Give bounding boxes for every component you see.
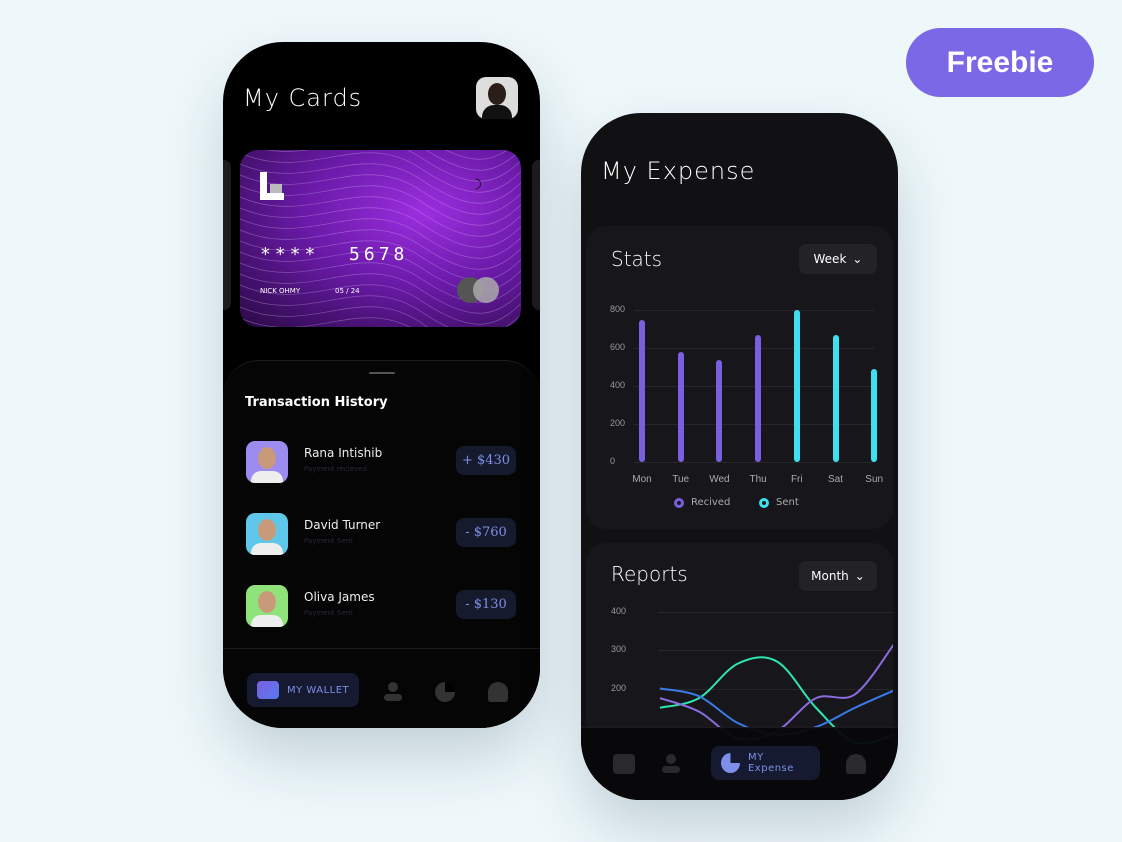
wallet-icon[interactable] (613, 754, 635, 774)
next-card[interactable] (532, 160, 540, 310)
expense-screen: My Expense Stats Week ⌄ 0 200 400 600 800 Mon T… (581, 113, 898, 800)
y-tick-label: 200 (610, 418, 626, 428)
prev-card[interactable] (223, 160, 231, 310)
bar-wed[interactable] (716, 360, 723, 462)
page-title: My Expense (601, 157, 756, 185)
card-logo-icon (260, 172, 284, 200)
user-icon[interactable] (383, 682, 403, 702)
gridline (634, 462, 874, 463)
contact-name: David Turner (304, 518, 381, 532)
x-tick-label: Mon (632, 474, 652, 485)
y-tick-label: 400 (610, 380, 626, 390)
amount-badge: - $760 (456, 518, 516, 547)
credit-card[interactable]: ◠ **** 5678 NICK OHMY 05 / 24 (240, 150, 521, 327)
legend-sent: Sent (759, 497, 799, 508)
legend-label: Sent (776, 497, 799, 508)
bar-sat[interactable] (832, 334, 839, 462)
nav-label: MY WALLET (287, 684, 350, 696)
stats-panel: Stats Week ⌄ 0 200 400 600 800 Mon Tue Wed Thu Fri… (586, 226, 893, 529)
transaction-row[interactable]: Oliva James Payment Sent - $130 (246, 585, 516, 629)
avatar (246, 585, 288, 627)
bar-sun[interactable] (871, 368, 878, 462)
dropdown-value: Week (813, 252, 847, 266)
bar-fri[interactable] (793, 310, 800, 462)
week-dropdown[interactable]: Week ⌄ (799, 244, 877, 274)
card-expiry: 05 / 24 (335, 287, 360, 295)
bar-mon[interactable] (639, 319, 645, 462)
bell-icon[interactable] (488, 682, 508, 702)
page-title: My Cards (243, 84, 363, 112)
user-icon[interactable] (661, 754, 681, 774)
drag-handle[interactable] (369, 372, 395, 374)
bottom-nav: MY WALLET (223, 648, 540, 728)
avatar (246, 441, 288, 483)
x-tick-label: Sun (865, 474, 884, 485)
nav-my-expense[interactable]: MY Expense (711, 746, 820, 780)
card-holder: NICK OHMY (260, 287, 301, 295)
x-tick-label: Sat (827, 474, 843, 485)
wave-line (240, 317, 411, 327)
y-tick-label: 0 (610, 456, 616, 466)
contact-name: Rana Intishib (304, 446, 383, 460)
y-tick-label: 800 (610, 304, 626, 314)
card-number: **** 5678 (260, 244, 409, 265)
x-tick-label: Tue (672, 474, 690, 485)
transaction-type: Payment Sent (304, 537, 353, 545)
series-line-2 (659, 643, 893, 741)
wallet-screen: My Cards ◠ **** 5678 NICK OHMY 05 / 24 T… (223, 42, 540, 728)
chevron-down-icon: ⌄ (852, 252, 863, 266)
legend-received: Recived (674, 497, 730, 508)
wallet-icon (257, 681, 279, 699)
legend-dot (759, 497, 769, 508)
bottom-nav: MY Expense (581, 727, 898, 800)
avatar[interactable] (476, 77, 518, 119)
pie-chart-icon[interactable] (435, 682, 455, 702)
mastercard-icon (457, 277, 499, 303)
avatar (246, 513, 288, 555)
x-tick-label: Thu (749, 474, 767, 485)
transaction-type: Payment recieved (304, 465, 367, 473)
legend-dot (674, 497, 684, 508)
transaction-type: Payment Sent (304, 609, 353, 617)
amount-badge: + $430 (456, 446, 516, 475)
transaction-row[interactable]: David Turner Payment Sent - $760 (246, 513, 516, 557)
y-tick-label: 600 (610, 342, 626, 352)
nav-my-wallet[interactable]: MY WALLET (247, 673, 360, 707)
pie-chart-icon (721, 753, 740, 773)
freebie-badge: Freebie (906, 28, 1094, 97)
bar-thu[interactable] (755, 334, 762, 462)
transaction-row[interactable]: Rana Intishib Payment recieved + $430 (246, 441, 516, 485)
contactless-icon: ◠ (468, 177, 485, 191)
amount-badge: - $130 (456, 590, 516, 619)
section-title: Transaction History (245, 395, 388, 410)
nav-label: MY Expense (747, 752, 794, 774)
gridline (634, 310, 874, 311)
contact-name: Oliva James (304, 590, 375, 604)
x-tick-label: Fri (790, 474, 803, 485)
legend-label: Recived (691, 497, 731, 508)
x-tick-label: Wed (709, 474, 730, 485)
bell-icon[interactable] (846, 754, 866, 774)
stats-title: Stats (611, 247, 663, 271)
bar-tue[interactable] (677, 351, 684, 462)
